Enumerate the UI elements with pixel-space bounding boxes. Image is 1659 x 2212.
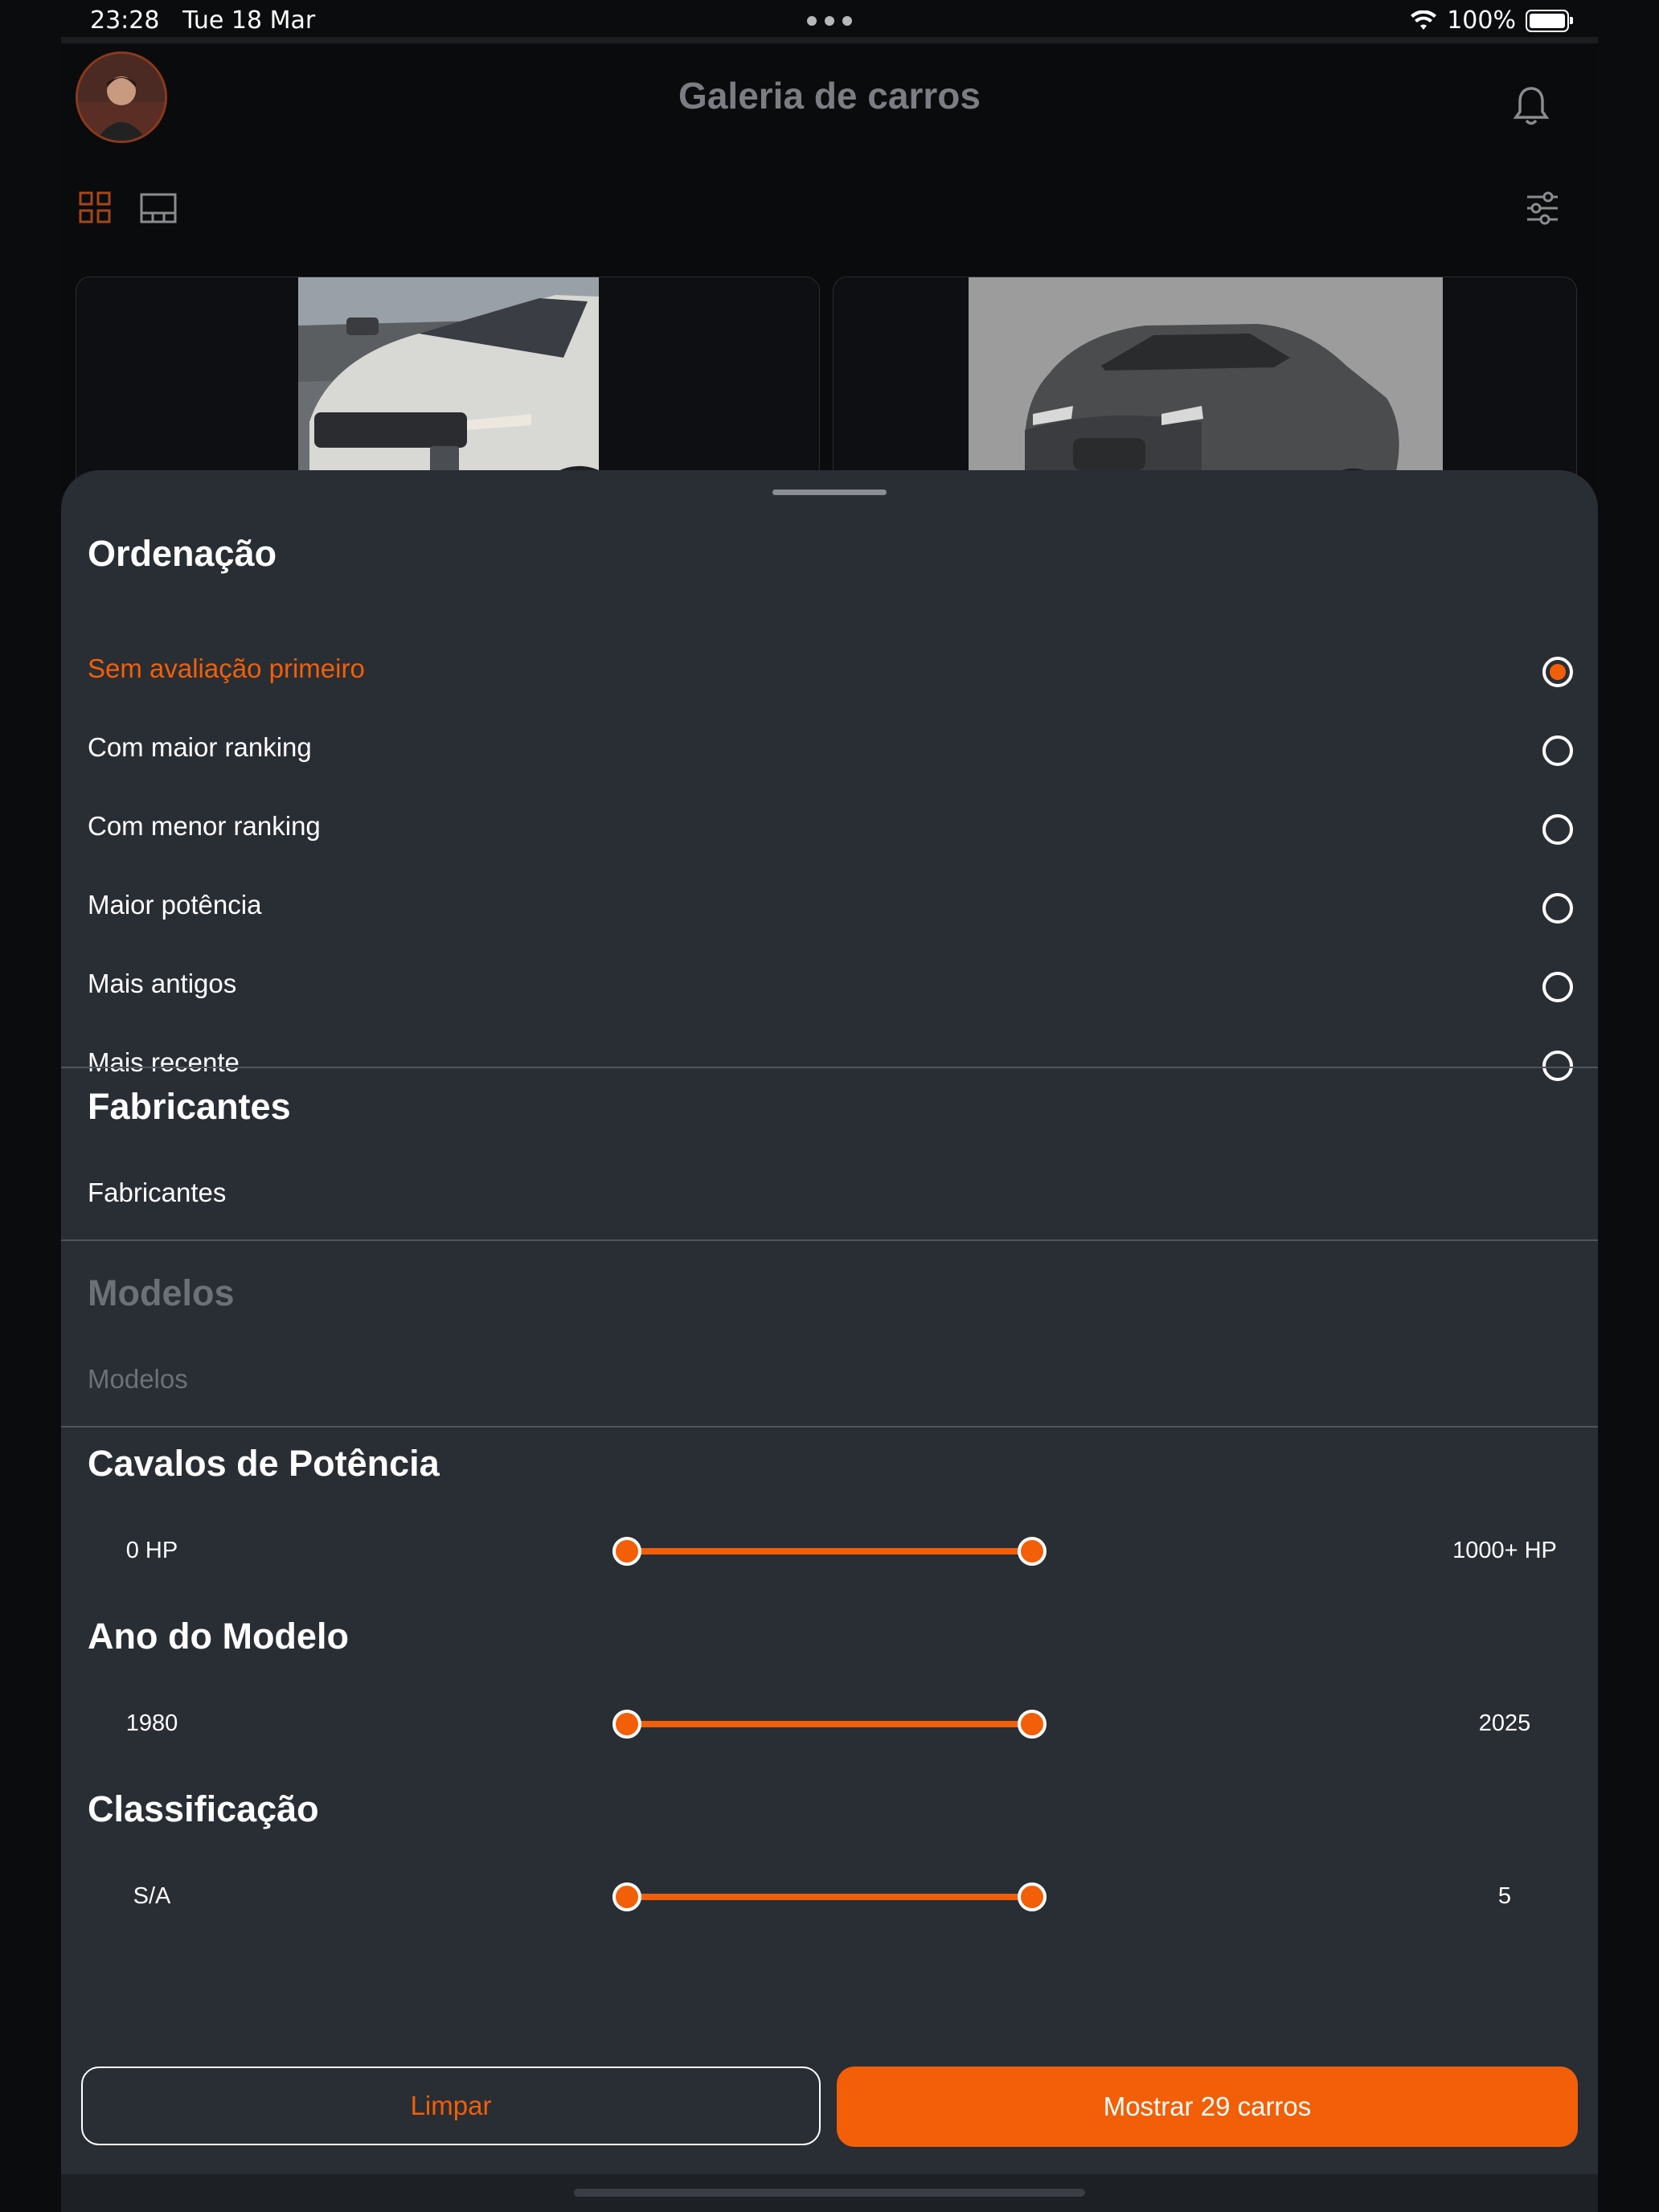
horsepower-range-track[interactable] [627,1548,1032,1555]
horsepower-title: Cavalos de Potência [88,1443,440,1484]
home-indicator[interactable] [574,2189,1085,2197]
sort-option-lowest-ranking[interactable]: Com menor ranking [61,790,1598,869]
radio-icon[interactable] [1542,972,1573,1002]
divider [61,1239,1598,1241]
models-selector: Modelos [88,1364,188,1394]
model-year-title: Ano do Modelo [88,1616,349,1657]
model-year-range-track[interactable] [627,1721,1032,1727]
sort-option-label: Com menor ranking [88,811,321,841]
sort-option-label: Mais recente [88,1047,240,1077]
gallery-view-icon[interactable] [140,193,177,223]
battery-percent: 100% [1447,6,1516,35]
horsepower-min-handle[interactable] [612,1537,641,1566]
rating-min-handle[interactable] [612,1882,641,1911]
radio-icon[interactable] [1542,893,1573,924]
divider [61,1426,1598,1428]
sort-option-newest[interactable]: Mais recente [61,1026,1598,1105]
horsepower-min-label: 0 HP [125,1538,178,1563]
radio-selected-icon[interactable] [1542,657,1573,687]
sliders-icon[interactable] [1526,191,1559,225]
sheet-grabber[interactable] [772,490,887,495]
show-cars-button[interactable]: Mostrar 29 carros [837,2067,1578,2147]
sort-option-most-power[interactable]: Maior potência [61,869,1598,948]
model-year-max-label: 2025 [1478,1710,1531,1736]
bell-icon[interactable] [1513,85,1550,127]
status-time: 23:28 Tue 18 Mar [90,6,316,35]
sort-option-no-rating-first[interactable]: Sem avaliação primeiro [61,633,1598,711]
divider [61,1067,1598,1068]
sort-option-label: Com maior ranking [88,732,312,762]
grid-view-icon[interactable] [79,191,111,223]
sort-title: Ordenação [88,533,277,574]
sort-option-oldest[interactable]: Mais antigos [61,948,1598,1026]
radio-icon[interactable] [1542,735,1573,766]
models-title: Modelos [88,1272,235,1313]
sort-option-highest-ranking[interactable]: Com maior ranking [61,711,1598,790]
rating-min-label: S/A [133,1883,171,1909]
rating-max-label: 5 [1497,1883,1512,1909]
sort-option-label: Mais antigos [88,969,237,998]
rating-title: Classificação [88,1788,319,1829]
radio-icon[interactable] [1542,1051,1573,1081]
filter-sheet: Ordenação Sem avaliação primeiro Com mai… [61,470,1598,2174]
manufacturers-selector[interactable]: Fabricantes [88,1178,226,1208]
multitasking-dots-icon[interactable] [807,16,852,27]
radio-icon[interactable] [1542,814,1573,845]
battery-icon [1526,9,1573,32]
manufacturers-title: Fabricantes [88,1086,291,1127]
model-year-min-label: 1980 [125,1710,178,1736]
clear-button[interactable]: Limpar [81,2067,821,2145]
model-year-min-handle[interactable] [612,1710,641,1739]
model-year-max-handle[interactable] [1018,1710,1047,1739]
horsepower-max-handle[interactable] [1018,1537,1047,1566]
rating-max-handle[interactable] [1018,1882,1047,1911]
page-title: Galeria de carros [678,75,981,117]
status-right: 100% [1410,6,1573,35]
wifi-icon [1411,10,1437,30]
sort-option-label: Sem avaliação primeiro [88,653,365,683]
sort-option-label: Maior potência [88,890,262,920]
rating-range-track[interactable] [627,1894,1032,1900]
horsepower-max-label: 1000+ HP [1452,1538,1557,1563]
